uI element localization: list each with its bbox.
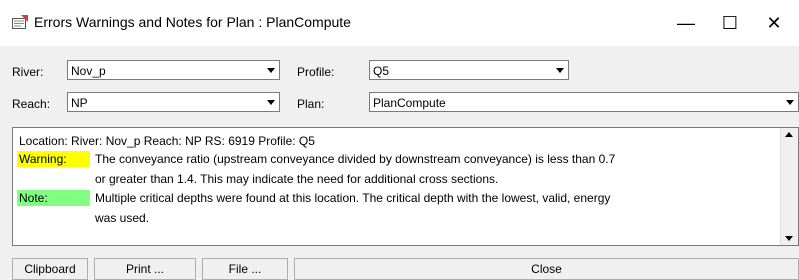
river-label: River: xyxy=(12,65,44,79)
print-button[interactable]: Print ... xyxy=(94,258,196,280)
plan-label: Plan: xyxy=(297,97,325,111)
note-text-line1: Multiple critical depths were found at t… xyxy=(95,191,611,205)
clipboard-button[interactable]: Clipboard xyxy=(12,258,88,280)
warning-text-line2: or greater than 1.4. This may indicate t… xyxy=(95,172,499,186)
chevron-down-icon xyxy=(266,67,275,73)
reach-select[interactable]: NP xyxy=(67,92,280,112)
minimize-button[interactable]: — xyxy=(664,6,708,40)
profile-select[interactable]: Q5 xyxy=(369,60,569,80)
window-title: Errors Warnings and Notes for Plan : Pla… xyxy=(34,14,351,30)
profile-select-value: Q5 xyxy=(373,64,390,78)
plan-select[interactable]: PlanCompute xyxy=(369,92,799,112)
warning-badge: Warning: xyxy=(17,151,90,167)
profile-label: Profile: xyxy=(297,65,335,79)
chevron-down-icon xyxy=(785,99,794,105)
warning-text-line1: The conveyance ratio (upstream conveyanc… xyxy=(95,152,616,166)
app-icon xyxy=(12,15,28,29)
reach-select-value: NP xyxy=(71,96,88,110)
reach-dropdown-arrow[interactable] xyxy=(262,93,279,111)
plan-dropdown-arrow[interactable] xyxy=(781,93,798,111)
file-button[interactable]: File ... xyxy=(202,258,288,280)
river-dropdown-arrow[interactable] xyxy=(262,61,279,79)
maximize-button[interactable]: ☐ xyxy=(708,6,752,40)
river-select-value: Nov_p xyxy=(71,64,106,78)
scroll-up-icon[interactable] xyxy=(785,132,793,137)
plan-select-value: PlanCompute xyxy=(373,96,446,110)
title-bar: Errors Warnings and Notes for Plan : Pla… xyxy=(0,0,799,46)
messages-list[interactable]: Location: River: Nov_p Reach: NP RS: 691… xyxy=(12,127,799,246)
note-badge: Note: xyxy=(17,190,90,206)
river-select[interactable]: Nov_p xyxy=(67,60,280,80)
note-text-line2: was used. xyxy=(95,211,150,225)
location-line: Location: River: Nov_p Reach: NP RS: 691… xyxy=(19,134,315,148)
profile-dropdown-arrow[interactable] xyxy=(551,61,568,79)
chevron-down-icon xyxy=(266,99,275,105)
close-button[interactable]: Close xyxy=(294,258,799,280)
vertical-scrollbar[interactable] xyxy=(780,128,798,245)
chevron-down-icon xyxy=(555,67,564,73)
scroll-down-icon[interactable] xyxy=(785,236,793,241)
reach-label: Reach: xyxy=(12,97,51,111)
close-window-button[interactable]: ✕ xyxy=(752,6,796,40)
